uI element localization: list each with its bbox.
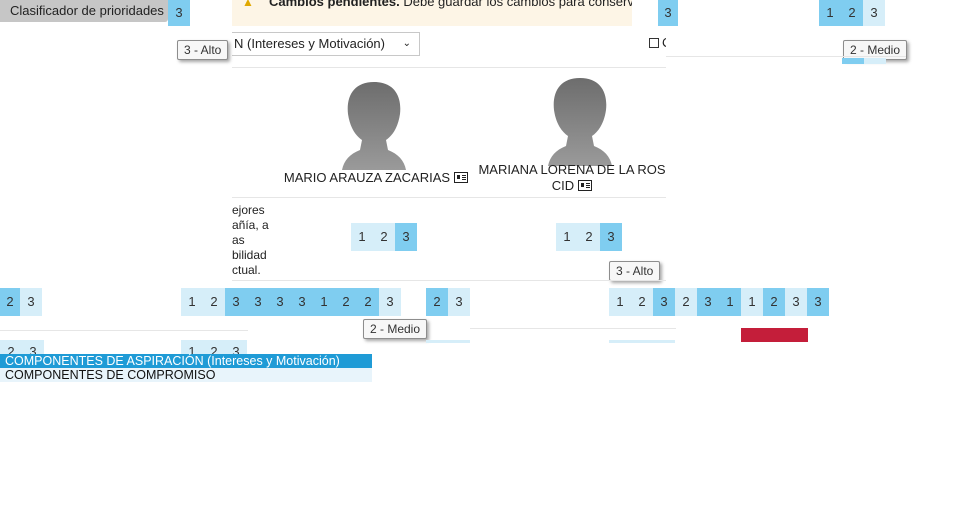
banner-text: Debe guardar los cambios para conservarl… (403, 0, 632, 9)
rating-cell[interactable]: 2 (373, 223, 395, 251)
rating-cell (631, 340, 653, 343)
status-bar (741, 328, 808, 342)
row-divider (232, 280, 666, 281)
rating-cell[interactable]: 2 (675, 288, 697, 316)
classifier-button[interactable]: Clasificador de prioridades (0, 0, 168, 22)
rating-cell[interactable]: 3 (863, 0, 885, 26)
component-select-value: N (Intereses y Motivación) (234, 36, 385, 51)
tooltip-medio: 2 - Medio (363, 319, 428, 339)
save-label: C (662, 35, 666, 50)
save-icon[interactable] (649, 38, 659, 48)
rating-cell (653, 340, 675, 343)
row-divider (232, 197, 666, 198)
person-name: MARIO ARAUZA ZACARIAS (278, 170, 474, 185)
rating-cell[interactable]: 1 (609, 288, 631, 316)
avatar (548, 78, 612, 166)
rating-cell[interactable]: 2 (631, 288, 653, 316)
rating-cell (842, 58, 864, 64)
rating-cell[interactable]: 3 (247, 288, 269, 316)
rating-cell[interactable]: 1 (556, 223, 578, 251)
component-dropdown-menu: COMPONENTES DE ASPIRACIÓN (Intereses y M… (0, 354, 372, 382)
rating-cell[interactable]: 2 (335, 288, 357, 316)
rating-cell[interactable]: 2 (763, 288, 785, 316)
rating-cell[interactable]: 3 (448, 288, 470, 316)
rating-cell[interactable]: 2 (203, 288, 225, 316)
rating-cell[interactable]: 3 (807, 288, 829, 316)
avatar (342, 82, 406, 170)
rating-cell[interactable]: 3 (291, 288, 313, 316)
rating-cell[interactable]: 3 (225, 288, 247, 316)
chevron-down-icon: ⌄ (402, 38, 411, 49)
rating-cell[interactable]: 1 (741, 288, 763, 316)
rating-cell[interactable]: 1 (313, 288, 335, 316)
person-name: MARIANA LORENA DE LA ROS CID (478, 162, 666, 193)
selected-level-badge[interactable]: 3 (168, 0, 190, 26)
rating-cell[interactable]: 3 (20, 288, 42, 316)
rating-cell[interactable]: 3 (785, 288, 807, 316)
rating-cell[interactable]: 3 (653, 288, 675, 316)
tooltip-alto: 3 - Alto (609, 261, 661, 281)
rating-cell[interactable]: 3 (269, 288, 291, 316)
id-card-icon[interactable] (578, 180, 593, 192)
tooltip-alto: 3 - Alto (177, 40, 229, 60)
id-card-icon[interactable] (454, 172, 469, 184)
dropdown-option-aspiracion[interactable]: COMPONENTES DE ASPIRACIÓN (Intereses y M… (0, 354, 372, 368)
rating-cell (609, 340, 631, 343)
rating-cell[interactable]: 2 (578, 223, 600, 251)
rating-cell (426, 340, 448, 343)
rating-cell[interactable]: 3 (395, 223, 417, 251)
header-divider-right (666, 56, 906, 57)
rating-cell (864, 58, 886, 64)
rating-cell[interactable]: 1 (719, 288, 741, 316)
rating-cell[interactable]: 2 (841, 0, 863, 26)
rating-cell[interactable]: 3 (600, 223, 622, 251)
component-select[interactable]: N (Intereses y Motivación) ⌄ (232, 32, 420, 56)
rating-cell[interactable]: 1 (181, 288, 203, 316)
row-divider (470, 328, 676, 329)
rating-cell[interactable]: 3 (379, 288, 401, 316)
rating-cell: 3 (22, 340, 44, 354)
rating-cell[interactable]: 1 (819, 0, 841, 26)
rating-cell[interactable]: 3 (697, 288, 719, 316)
description-text: ejores añía, a as bilidad ctual. (232, 203, 269, 277)
rating-cell[interactable]: 2 (357, 288, 379, 316)
row-divider (0, 330, 248, 331)
pending-changes-banner: ▲ Cambios pendientes. Debe guardar los c… (232, 0, 632, 26)
warning-icon: ▲ (242, 0, 254, 9)
rating-cell[interactable]: 2 (0, 288, 20, 316)
rating-cell: 2 (203, 340, 225, 354)
banner-bold-text: Cambios pendientes. (269, 0, 400, 9)
rating-cell: 3 (225, 340, 247, 354)
rating-cell[interactable]: 2 (426, 288, 448, 316)
rating-cell[interactable]: 3 (658, 0, 678, 26)
rating-cell[interactable]: 1 (351, 223, 373, 251)
rating-cell (448, 340, 470, 343)
header-divider (232, 67, 666, 68)
rating-cell: 2 (0, 340, 22, 354)
rating-cell: 1 (181, 340, 203, 354)
tooltip-medio: 2 - Medio (843, 40, 908, 60)
dropdown-option-compromiso[interactable]: COMPONENTES DE COMPROMISO (0, 368, 372, 382)
